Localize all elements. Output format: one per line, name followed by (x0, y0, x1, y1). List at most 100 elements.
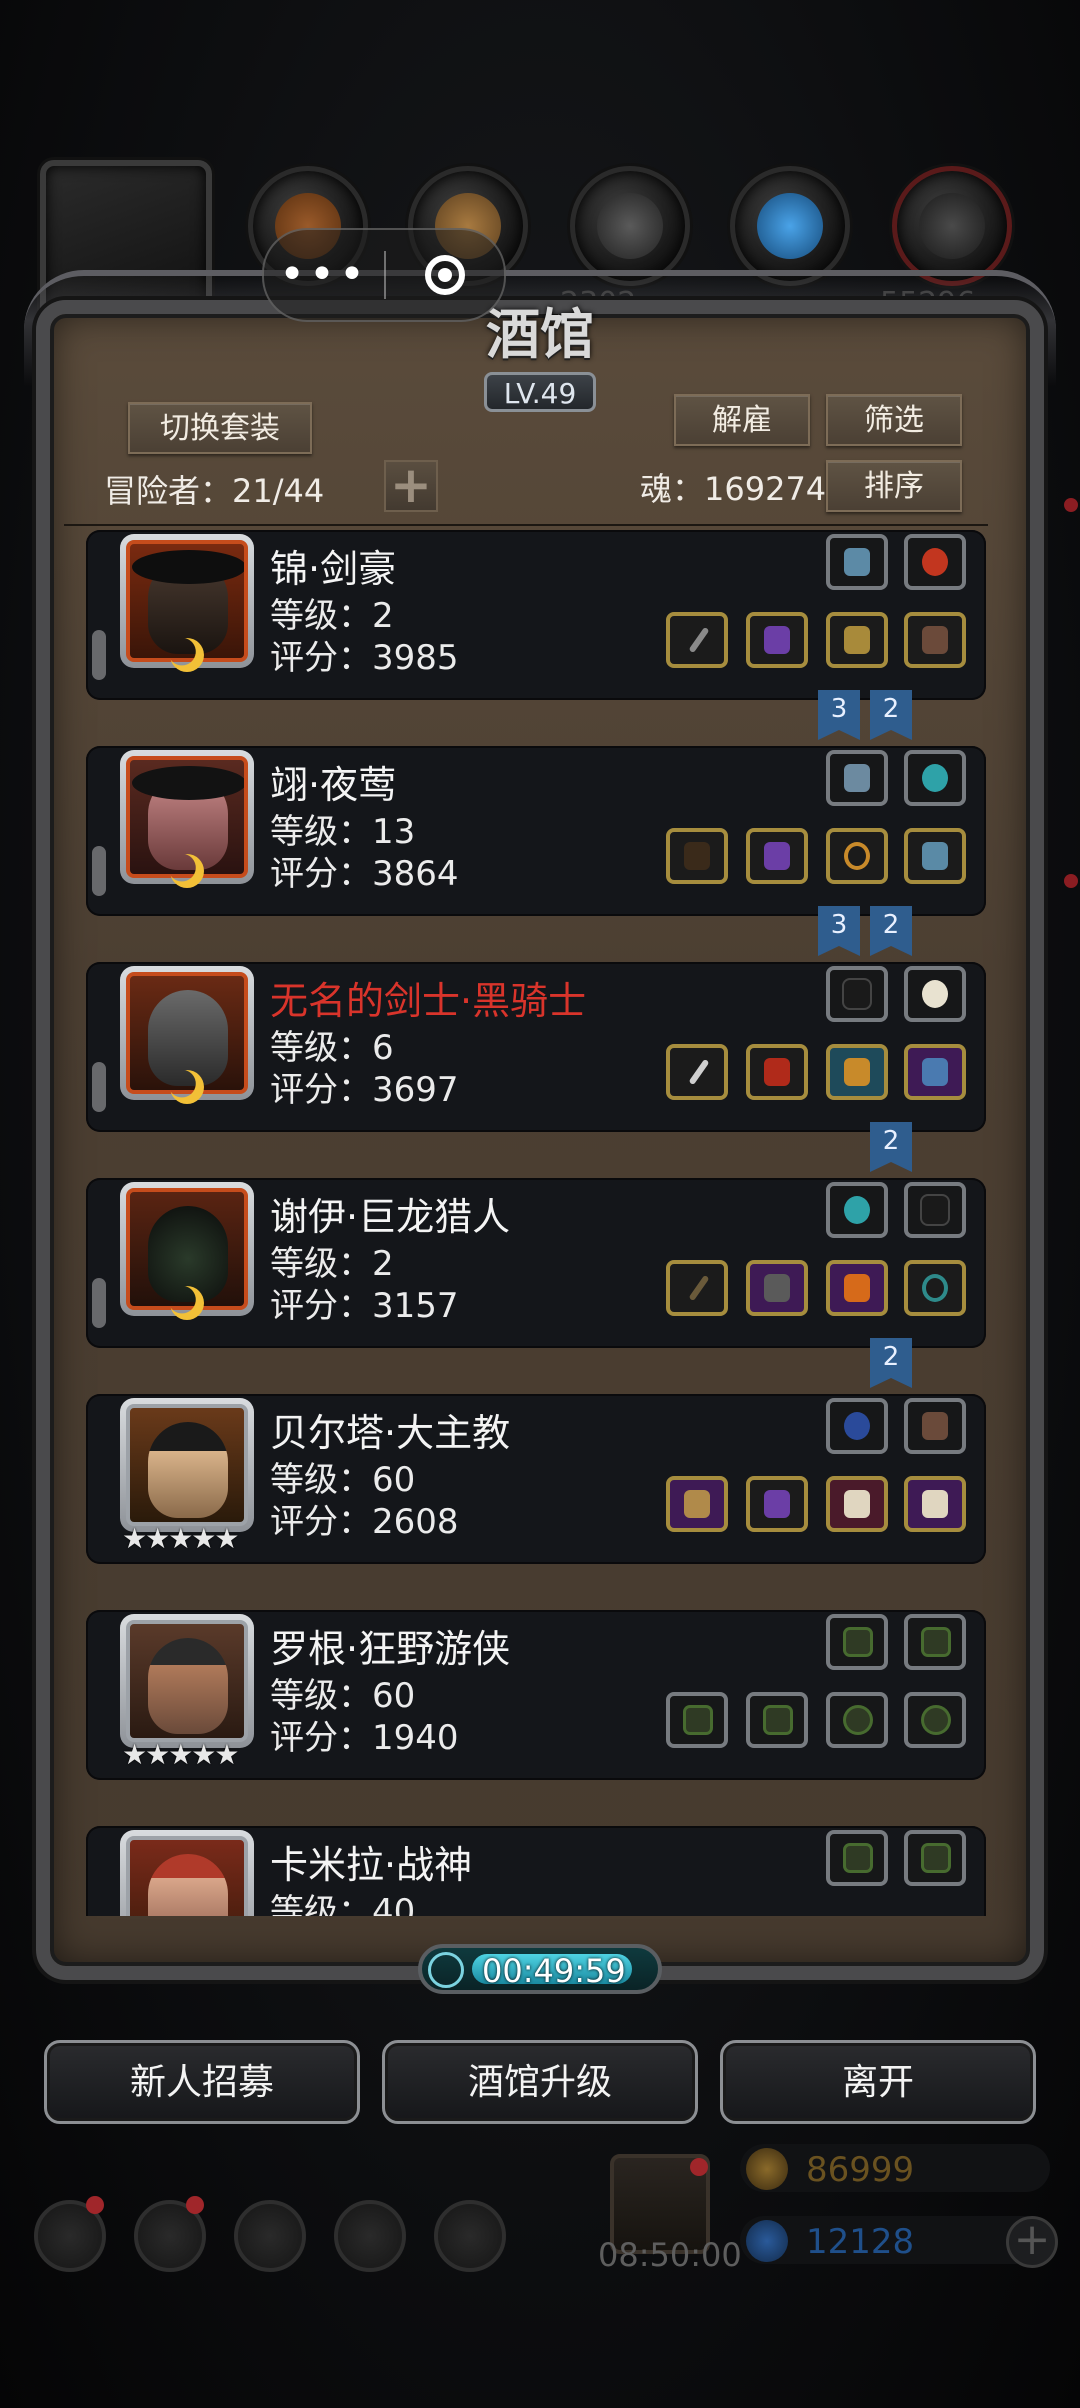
hero-score: 评分：1940 (270, 1718, 459, 1758)
gem-counter: 12128 (740, 2216, 1050, 2264)
hero-portrait[interactable] (120, 1830, 254, 1916)
side-figure-icon (92, 630, 106, 680)
hero-name: 罗根·狂野游侠 (270, 1627, 511, 1671)
necklace-slot-icon[interactable] (826, 1398, 888, 1454)
hero-score: 评分：3985 (270, 638, 459, 678)
quiver-slot-icon[interactable] (904, 1398, 966, 1454)
crystal-icon[interactable] (730, 166, 850, 286)
ribbon-badge: 2 (870, 1338, 912, 1388)
miniprogram-capsule: ••• (262, 228, 506, 322)
hood-slot-icon[interactable] (826, 1476, 888, 1532)
empty-armor-slot-icon[interactable] (746, 1692, 808, 1748)
filter-button[interactable]: 筛选 (826, 394, 962, 446)
red-helmet-slot-icon[interactable] (746, 1044, 808, 1100)
hero-card[interactable]: 锦·剑豪 等级：2 评分：3985 (86, 530, 986, 700)
clock-icon (428, 1952, 464, 1988)
switch-outfit-button[interactable]: 切换套装 (128, 402, 312, 454)
star-rating: ★★★★★ (122, 1522, 240, 1555)
notification-dot (690, 2158, 708, 2176)
chest-armor-slot-icon[interactable] (746, 1260, 808, 1316)
hero-score: 评分：3157 (270, 1286, 459, 1326)
empty-accessory-slot-icon[interactable] (904, 1830, 966, 1886)
steel-ingot-icon[interactable] (892, 166, 1012, 286)
gold-counter: 86999 (740, 2144, 1050, 2192)
moon-badge-icon (170, 1286, 204, 1320)
leave-button[interactable]: 离开 (720, 2040, 1036, 2124)
gold-coin-icon (746, 2148, 788, 2190)
ring-slot-icon[interactable] (826, 828, 888, 884)
fur-slot-icon[interactable] (904, 966, 966, 1022)
soul-count: 魂：169274 (640, 470, 827, 508)
bow-slot-icon[interactable] (666, 828, 728, 884)
upgrade-tavern-button[interactable]: 酒馆升级 (382, 2040, 698, 2124)
hero-card[interactable]: ★★★★★ 贝尔塔·大主教 等级：60 评分：2608 (86, 1394, 986, 1564)
guild-icon[interactable] (234, 2200, 306, 2272)
helmet-slot-icon[interactable] (746, 612, 808, 668)
moon-badge-icon (170, 638, 204, 672)
hero-card[interactable]: 谢伊·巨龙猎人 等级：2 评分：3157 (86, 1178, 986, 1348)
ribbon-badge: 3 (818, 690, 860, 740)
add-gems-button[interactable]: + (1006, 2216, 1058, 2268)
empty-ring-slot-icon[interactable] (826, 1692, 888, 1748)
spear-slot-icon[interactable] (666, 612, 728, 668)
crystal-slot-icon[interactable] (826, 750, 888, 806)
amulet-slot-icon[interactable] (826, 534, 888, 590)
hero-score: 评分：3697 (270, 1070, 459, 1110)
sword-slot-icon[interactable] (666, 1044, 728, 1100)
gem-icon (746, 2220, 788, 2262)
helmet-slot-icon[interactable] (746, 1476, 808, 1532)
gift-timer: 08:50:00 (598, 2236, 742, 2274)
glove-slot-icon[interactable] (904, 1182, 966, 1238)
moon-badge-icon (170, 1070, 204, 1104)
gauntlet-slot-icon[interactable] (826, 612, 888, 668)
recruit-button[interactable]: 新人招募 (44, 2040, 360, 2124)
sort-button[interactable]: 排序 (826, 460, 962, 512)
teal-stone-slot-icon[interactable] (826, 1182, 888, 1238)
armor-slot-icon[interactable] (904, 1044, 966, 1100)
close-miniprogram-icon[interactable] (386, 255, 504, 295)
tavern-level-badge: LV.49 (484, 372, 596, 412)
hero-card[interactable]: 卡米拉·战神 等级：40 (86, 1826, 986, 1916)
ribbon-badge: 2 (870, 906, 912, 956)
hero-card[interactable]: ★★★★★ 罗根·狂野游侠 等级：60 评分：1940 (86, 1610, 986, 1780)
add-slot-button[interactable]: + (384, 460, 438, 512)
hero-level: 等级：40 (270, 1892, 416, 1916)
moon-badge-icon (170, 854, 204, 888)
mail-icon[interactable] (334, 2200, 406, 2272)
hero-portrait[interactable] (120, 1614, 254, 1748)
more-menu-icon[interactable]: ••• (264, 253, 384, 297)
shield-slot-icon[interactable] (826, 1044, 888, 1100)
ring-slot-icon[interactable] (904, 1260, 966, 1316)
boots-slot-icon[interactable] (904, 612, 966, 668)
dismiss-button[interactable]: 解雇 (674, 394, 810, 446)
helmet-slot-icon[interactable] (746, 828, 808, 884)
hero-name: 锦·剑豪 (270, 547, 397, 591)
hero-name: 贝尔塔·大主教 (270, 1411, 511, 1455)
hero-portrait[interactable] (120, 1398, 254, 1532)
empty-accessory-slot-icon[interactable] (826, 1830, 888, 1886)
dagger-slot-icon[interactable] (904, 828, 966, 884)
ribbon-badge: 3 (818, 906, 860, 956)
timer-text: 00:49:59 (482, 1952, 626, 1990)
rapier-slot-icon[interactable] (666, 1260, 728, 1316)
empty-accessory-slot-icon[interactable] (904, 1614, 966, 1670)
map-icon[interactable] (434, 2200, 506, 2272)
empty-accessory-slot-icon[interactable] (826, 1614, 888, 1670)
iron-ingot-icon[interactable] (570, 166, 690, 286)
ribbon-badge: 2 (870, 1122, 912, 1172)
hero-list[interactable]: 锦·剑豪 等级：2 评分：3985 3 2 翊·夜莺 等级：13 评分：3864… (86, 530, 986, 1916)
empty-ring-slot-icon[interactable] (904, 1692, 966, 1748)
fire-gem-slot-icon[interactable] (904, 534, 966, 590)
ribbon-badge: 2 (870, 690, 912, 740)
hero-name: 谢伊·巨龙猎人 (270, 1195, 511, 1239)
glove-slot-icon[interactable] (826, 966, 888, 1022)
hero-card[interactable]: 无名的剑士·黑骑士 等级：6 评分：3697 (86, 962, 986, 1132)
hammer-slot-icon[interactable] (666, 1476, 728, 1532)
side-figure-icon (92, 1278, 106, 1328)
empty-weapon-slot-icon[interactable] (666, 1692, 728, 1748)
teal-stone-slot-icon[interactable] (904, 750, 966, 806)
hood-slot-icon[interactable] (904, 1476, 966, 1532)
hero-name: 卡米拉·战神 (270, 1843, 473, 1887)
claw-slot-icon[interactable] (826, 1260, 888, 1316)
hero-card[interactable]: 翊·夜莺 等级：13 评分：3864 (86, 746, 986, 916)
